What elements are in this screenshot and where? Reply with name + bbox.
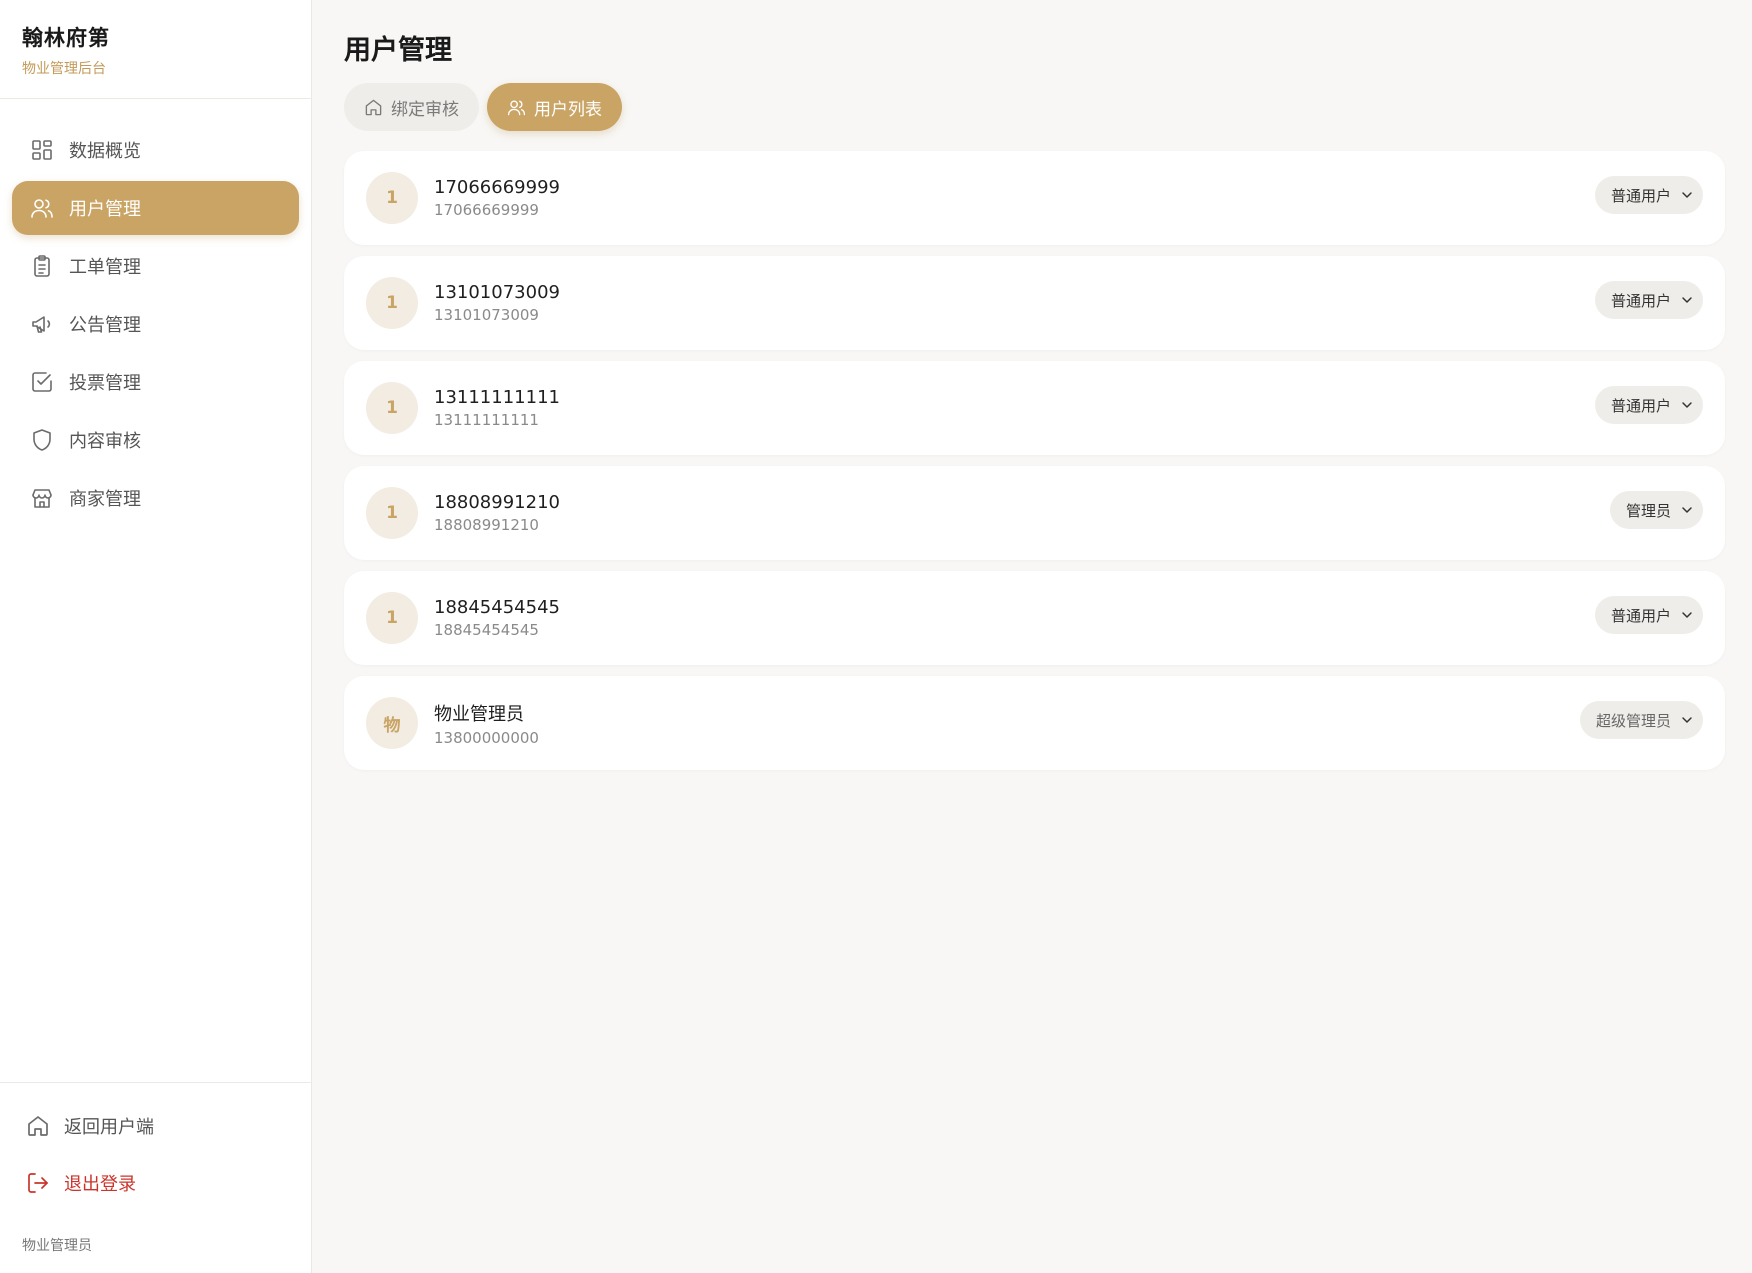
list-item: 1 13111111111 13111111111 普通用户 xyxy=(344,361,1725,455)
user-name: 物业管理员 xyxy=(434,703,524,725)
list-item: 1 18808991210 18808991210 管理员 xyxy=(344,466,1725,560)
sidebar-item-label: 工单管理 xyxy=(69,257,141,278)
sidebar-item-label: 内容审核 xyxy=(69,431,141,452)
sidebar-item-users[interactable]: 用户管理 xyxy=(12,181,299,235)
users-icon xyxy=(29,195,55,221)
role-select-value: 普通用户 xyxy=(1610,291,1671,310)
role-select[interactable]: 普通用户 xyxy=(1594,176,1703,214)
tab-binding-review[interactable]: 绑定审核 xyxy=(344,83,479,131)
user-info: 13101073009 13101073009 xyxy=(434,282,560,324)
list-item: 1 18845454545 18845454545 普通用户 xyxy=(344,571,1725,665)
role-select-value: 普通用户 xyxy=(1610,606,1671,625)
avatar: 1 xyxy=(366,277,418,329)
current-user-label: 物业管理员 xyxy=(22,1238,92,1254)
role-select-value: 普通用户 xyxy=(1610,186,1671,205)
megaphone-icon xyxy=(29,311,55,337)
user-list: 1 17066669999 17066669999 普通用户 1 1310107… xyxy=(344,151,1725,781)
user-name: 17066669999 xyxy=(434,177,560,198)
chevron-down-icon xyxy=(1682,402,1692,408)
avatar: 1 xyxy=(366,382,418,434)
role-select[interactable]: 普通用户 xyxy=(1594,596,1703,634)
users-icon xyxy=(507,99,526,115)
user-phone: 13111111111 xyxy=(434,411,539,429)
role-select-value: 管理员 xyxy=(1625,501,1671,520)
list-item: 1 17066669999 17066669999 普通用户 xyxy=(344,151,1725,245)
chevron-down-icon xyxy=(1682,717,1692,723)
avatar: 1 xyxy=(366,172,418,224)
role-select[interactable]: 普通用户 xyxy=(1594,386,1703,424)
sidebar-item-label: 投票管理 xyxy=(69,373,141,394)
user-name: 18845454545 xyxy=(434,597,560,618)
user-name: 13111111111 xyxy=(434,387,560,408)
avatar: 物 xyxy=(366,697,418,749)
role-select[interactable]: 超级管理员 xyxy=(1579,701,1703,739)
user-phone: 17066669999 xyxy=(434,201,539,219)
user-info: 18845454545 18845454545 xyxy=(434,597,560,639)
brand: 翰林府第 物业管理后台 xyxy=(0,0,311,99)
back-to-user-app-button[interactable]: 返回用户端 xyxy=(0,1097,311,1154)
user-phone: 18845454545 xyxy=(434,621,539,639)
tab-label: 用户列表 xyxy=(534,99,602,120)
sidebar-item-label: 用户管理 xyxy=(69,199,141,220)
user-info: 13111111111 13111111111 xyxy=(434,387,560,429)
role-select[interactable]: 普通用户 xyxy=(1594,281,1703,319)
user-name: 18808991210 xyxy=(434,492,560,513)
sidebar-nav: 数据概览 用户管理 工单管理 公告管理 投票管理 内容审核 商家管理 xyxy=(0,99,311,525)
role-select-value: 普通用户 xyxy=(1610,396,1671,415)
role-select[interactable]: 管理员 xyxy=(1609,491,1703,529)
shield-icon xyxy=(29,427,55,453)
clipboard-icon xyxy=(29,253,55,279)
page-title: 用户管理 xyxy=(344,35,452,66)
avatar: 1 xyxy=(366,487,418,539)
avatar: 1 xyxy=(366,592,418,644)
sidebar-item-label: 公告管理 xyxy=(69,315,141,336)
chevron-down-icon xyxy=(1682,507,1692,513)
list-item: 1 13101073009 13101073009 普通用户 xyxy=(344,256,1725,350)
sidebar-footer: 返回用户端 退出登录 xyxy=(0,1082,311,1211)
sidebar-item-merchants[interactable]: 商家管理 xyxy=(12,471,299,525)
sidebar-item-label: 数据概览 xyxy=(69,141,141,162)
sidebar-item-dashboard[interactable]: 数据概览 xyxy=(12,123,299,177)
brand-title: 翰林府第 xyxy=(22,26,110,50)
chevron-down-icon xyxy=(1682,192,1692,198)
user-info: 物业管理员 13800000000 xyxy=(434,700,539,747)
logout-button[interactable]: 退出登录 xyxy=(0,1154,311,1211)
user-info: 17066669999 17066669999 xyxy=(434,177,560,219)
sidebar-item-voting[interactable]: 投票管理 xyxy=(12,355,299,409)
home-icon xyxy=(365,99,382,115)
tab-user-list[interactable]: 用户列表 xyxy=(487,83,622,131)
tab-bar: 绑定审核 用户列表 xyxy=(344,83,630,131)
sidebar-item-content-review[interactable]: 内容审核 xyxy=(12,413,299,467)
home-icon xyxy=(26,1114,50,1138)
sidebar-item-workorders[interactable]: 工单管理 xyxy=(12,239,299,293)
list-item: 物 物业管理员 13800000000 超级管理员 xyxy=(344,676,1725,770)
role-select-value: 超级管理员 xyxy=(1595,711,1671,730)
logout-icon xyxy=(26,1171,50,1195)
chevron-down-icon xyxy=(1682,612,1692,618)
store-icon xyxy=(29,485,55,511)
back-to-user-app-label: 返回用户端 xyxy=(64,1116,154,1138)
user-phone: 18808991210 xyxy=(434,516,539,534)
sidebar: 翰林府第 物业管理后台 数据概览 用户管理 工单管理 公告管理 投票管理 内容审… xyxy=(0,0,312,1273)
sidebar-item-announcements[interactable]: 公告管理 xyxy=(12,297,299,351)
sidebar-item-label: 商家管理 xyxy=(69,489,141,510)
main-content: 用户管理 绑定审核 用户列表 1 17066669999 17066669999… xyxy=(312,0,1752,1273)
user-name: 13101073009 xyxy=(434,282,560,303)
user-phone: 13101073009 xyxy=(434,306,539,324)
checkbox-icon xyxy=(29,369,55,395)
user-phone: 13800000000 xyxy=(434,728,539,747)
chevron-down-icon xyxy=(1682,297,1692,303)
tab-label: 绑定审核 xyxy=(391,99,459,120)
logout-label: 退出登录 xyxy=(64,1173,136,1195)
brand-subtitle: 物业管理后台 xyxy=(22,61,106,77)
grid-icon xyxy=(29,137,55,163)
user-info: 18808991210 18808991210 xyxy=(434,492,560,534)
